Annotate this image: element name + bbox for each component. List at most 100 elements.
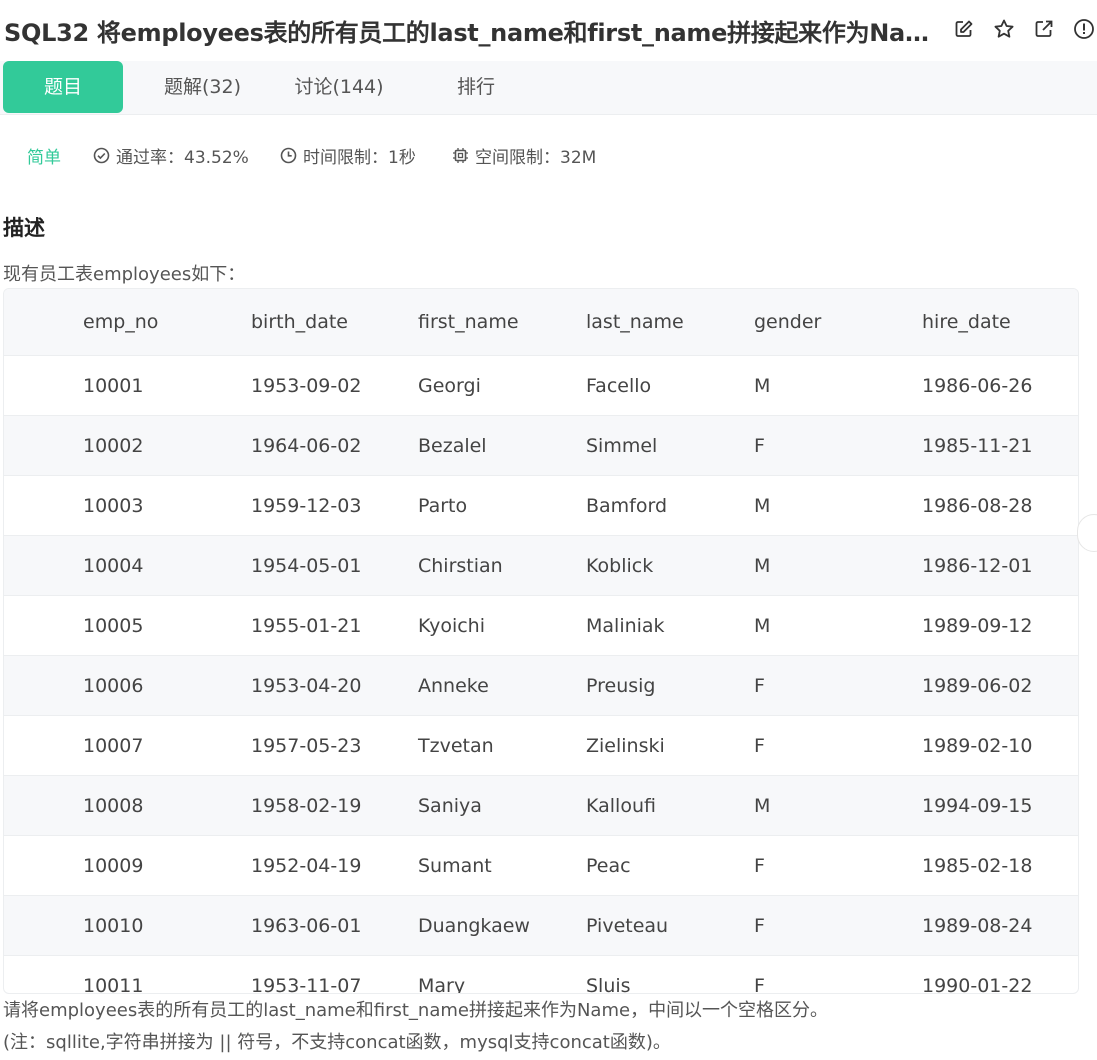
table-cell: Simmel [585, 415, 753, 476]
tab-solutions[interactable]: 题解(32) [140, 61, 265, 113]
table-cell: Koblick [585, 535, 753, 596]
table-cell: Parto [417, 475, 585, 536]
table-cell: 1990-01-22 [922, 974, 1033, 994]
table-cell: 10004 [4, 535, 250, 596]
column-header: emp_no [4, 289, 250, 356]
tab-problem[interactable]: 题目 [3, 61, 123, 113]
table-cell: 1963-06-01 [250, 895, 417, 956]
tab-discussion[interactable]: 讨论(144) [278, 61, 400, 113]
table-cell: 1989-06-02 [921, 655, 1078, 716]
space-limit-text: 空间限制：32M [475, 147, 597, 168]
table-cell: Maliniak [585, 595, 753, 656]
description-note-1: 请将employees表的所有员工的last_name和first_name拼接… [3, 1000, 829, 1021]
table-cell: 10010 [4, 895, 250, 956]
check-circle-icon [93, 147, 110, 163]
table-cell: 1953-04-20 [250, 655, 417, 716]
table-body: 10001 1953-09-02 Georgi Facello M 1986-06-26 1… [4, 355, 1078, 994]
table-cell: 1957-05-23 [250, 715, 417, 776]
table-cell: Kalloufi [585, 775, 753, 836]
table-cell: Preusig [585, 655, 753, 716]
description-note-2: (注：sqllite,字符串拼接为 || 符号，不支持concat函数，mysq… [3, 1032, 671, 1053]
table-cell: F [754, 974, 765, 994]
table-cell: M [753, 355, 921, 416]
table-cell: Sumant [417, 835, 585, 896]
table-row: 10004 1954-05-01 Chirstian Koblick M 1986-12-… [4, 535, 1078, 596]
table-cell: 1955-01-21 [250, 595, 417, 656]
pass-rate-text: 通过率：43.52% [116, 147, 249, 168]
share-icon[interactable] [1031, 16, 1057, 42]
table-cell: 1985-11-21 [921, 415, 1078, 476]
description-heading: 描述 [3, 216, 45, 240]
table-cell: 10011 [83, 974, 144, 994]
table-cell: 1986-06-26 [921, 355, 1078, 416]
table-cell: Facello [585, 355, 753, 416]
table-cell: 1958-02-19 [250, 775, 417, 836]
table-cell: 1953-09-02 [250, 355, 417, 416]
description-intro: 现有员工表employees如下： [3, 264, 246, 285]
column-header: birth_date [250, 289, 417, 356]
table-row: 10005 1955-01-21 Kyoichi Maliniak M 1989-09-1… [4, 595, 1078, 656]
table-cell: F [753, 715, 921, 776]
table-row: 10009 1952-04-19 Sumant Peac F 1985-02-18 [4, 835, 1078, 896]
table-cell: Anneke [417, 655, 585, 716]
table-cell: 10008 [4, 775, 250, 836]
info-icon[interactable] [1071, 16, 1097, 42]
table-cell: Zielinski [585, 715, 753, 776]
scroll-edge-button[interactable] [1077, 514, 1097, 552]
table-cell: F [753, 895, 921, 956]
table-cell: Sluis [586, 974, 631, 994]
table-cell: 1964-06-02 [250, 415, 417, 476]
table-cell: F [753, 655, 921, 716]
table-header-row: emp_no birth_date first_name last_name g… [4, 289, 1078, 356]
page-title: SQL32 将employees表的所有员工的last_name和first_n… [4, 18, 944, 47]
title-actions [951, 16, 1097, 42]
tab-bar: 题目 题解(32) 讨论(144) 排行 [0, 61, 1097, 115]
difficulty-badge: 简单 [27, 147, 61, 168]
table-cell: 10003 [4, 475, 250, 536]
employees-table: emp_no birth_date first_name last_name g… [3, 288, 1079, 994]
table-row: 10008 1958-02-19 Saniya Kalloufi M 1994-09-15 [4, 775, 1078, 836]
star-icon[interactable] [991, 16, 1017, 42]
table-cell: M [753, 535, 921, 596]
table-cell: 1959-12-03 [250, 475, 417, 536]
column-header: first_name [417, 289, 585, 356]
table-cell: Piveteau [585, 895, 753, 956]
table-cell: F [753, 835, 921, 896]
table-row: 10010 1963-06-01 Duangkaew Piveteau F 1989-08… [4, 895, 1078, 956]
edit-icon[interactable] [951, 16, 977, 42]
table-cell: Tzvetan [417, 715, 585, 776]
table-cell: 10002 [4, 415, 250, 476]
clock-icon [280, 147, 297, 163]
pass-rate: 通过率：43.52% [93, 143, 249, 168]
table-cell: M [753, 775, 921, 836]
table-cell: 1989-08-24 [921, 895, 1078, 956]
table-cell: 10009 [4, 835, 250, 896]
table-row: 10007 1957-05-23 Tzvetan Zielinski F 1989-02-… [4, 715, 1078, 776]
column-header: gender [753, 289, 921, 356]
table-cell: Saniya [417, 775, 585, 836]
table-cell: 1986-12-01 [921, 535, 1078, 596]
space-limit: 空间限制：32M [452, 143, 596, 168]
table-cell: M [753, 595, 921, 656]
table-cell: 1952-04-19 [250, 835, 417, 896]
table-cell: Bamford [585, 475, 753, 536]
table-cell: Mary [418, 974, 466, 994]
table-row: 10002 1964-06-02 Bezalel Simmel F 1985-11-21 [4, 415, 1078, 476]
table-cell: Bezalel [417, 415, 585, 476]
column-header: last_name [585, 289, 753, 356]
table-cell: Chirstian [417, 535, 585, 596]
tab-ranking[interactable]: 排行 [426, 61, 526, 113]
table-cell: Kyoichi [417, 595, 585, 656]
table-cell: 10006 [4, 655, 250, 716]
table-cell: Duangkaew [417, 895, 585, 956]
table-row: 10001 1953-09-02 Georgi Facello M 1986-06-26 [4, 355, 1078, 416]
table-row: 10006 1953-04-20 Anneke Preusig F 1989-06-02 [4, 655, 1078, 716]
table-row: 10011 1953-11-07 Mary Sluis F 1990-01-22 [4, 956, 1078, 994]
table-cell: 1994-09-15 [921, 775, 1078, 836]
time-limit: 时间限制：1秒 [280, 143, 416, 168]
table-cell: 1985-02-18 [921, 835, 1078, 896]
table-cell: 1989-09-12 [921, 595, 1078, 656]
title-bar: SQL32 将employees表的所有员工的last_name和first_n… [0, 0, 1097, 60]
column-header: hire_date [921, 289, 1078, 356]
table-cell: 10007 [4, 715, 250, 776]
